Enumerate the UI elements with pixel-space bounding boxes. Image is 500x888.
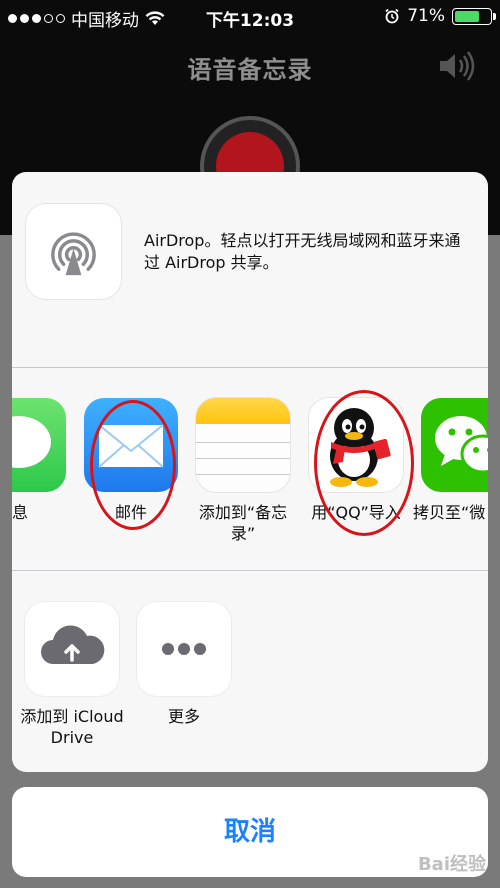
page-title: 语音备忘录 [187, 56, 313, 84]
battery-percent: 71% [407, 6, 445, 26]
action-icloud-drive[interactable]: 添加到 iCloud Drive [17, 602, 127, 748]
notes-icon [196, 398, 290, 492]
wechat-icon [421, 398, 488, 492]
messages-icon [12, 398, 66, 492]
airdrop-description: AirDrop。轻点以打开无线局域网和蓝牙来通过 AirDrop 共享。 [144, 231, 461, 272]
status-right: 71% [384, 6, 496, 26]
share-app-label: 信息 [12, 503, 28, 522]
status-bar: 中国移动 下午12:03 71% [0, 0, 500, 34]
annotation-circle [314, 390, 414, 536]
share-app-label: 添加到“备忘录” [198, 503, 288, 543]
airdrop-section[interactable]: AirDrop。轻点以打开无线局域网和蓝牙来通过 AirDrop 共享。 [12, 172, 488, 367]
share-app-messages[interactable]: 信息 [12, 398, 74, 523]
watermark: Bai经验 [417, 854, 486, 875]
share-sheet: AirDrop。轻点以打开无线局域网和蓝牙来通过 AirDrop 共享。 信息 … [12, 172, 488, 772]
speaker-icon[interactable] [436, 50, 476, 82]
airdrop-icon[interactable] [26, 204, 121, 299]
alarm-icon [385, 8, 399, 24]
share-app-notes[interactable]: 添加到“备忘录” [188, 398, 298, 544]
share-apps-row[interactable]: 信息 邮件 添加到“备忘录” [12, 368, 488, 568]
action-more[interactable]: 更多 [129, 602, 239, 727]
battery-level [455, 10, 480, 22]
share-actions-row: 添加到 iCloud Drive 更多 [12, 570, 488, 772]
battery-icon [452, 7, 496, 25]
share-app-label: 拷贝至“微 [413, 503, 486, 522]
cancel-button[interactable]: 取消 [12, 787, 488, 877]
share-app-wechat[interactable]: 拷贝至“微 [413, 398, 488, 523]
annotation-circle [90, 400, 176, 530]
action-label: 更多 [167, 707, 200, 726]
icloud-drive-icon [25, 602, 119, 696]
action-label: 添加到 iCloud Drive [20, 707, 124, 747]
more-icon [137, 602, 231, 696]
